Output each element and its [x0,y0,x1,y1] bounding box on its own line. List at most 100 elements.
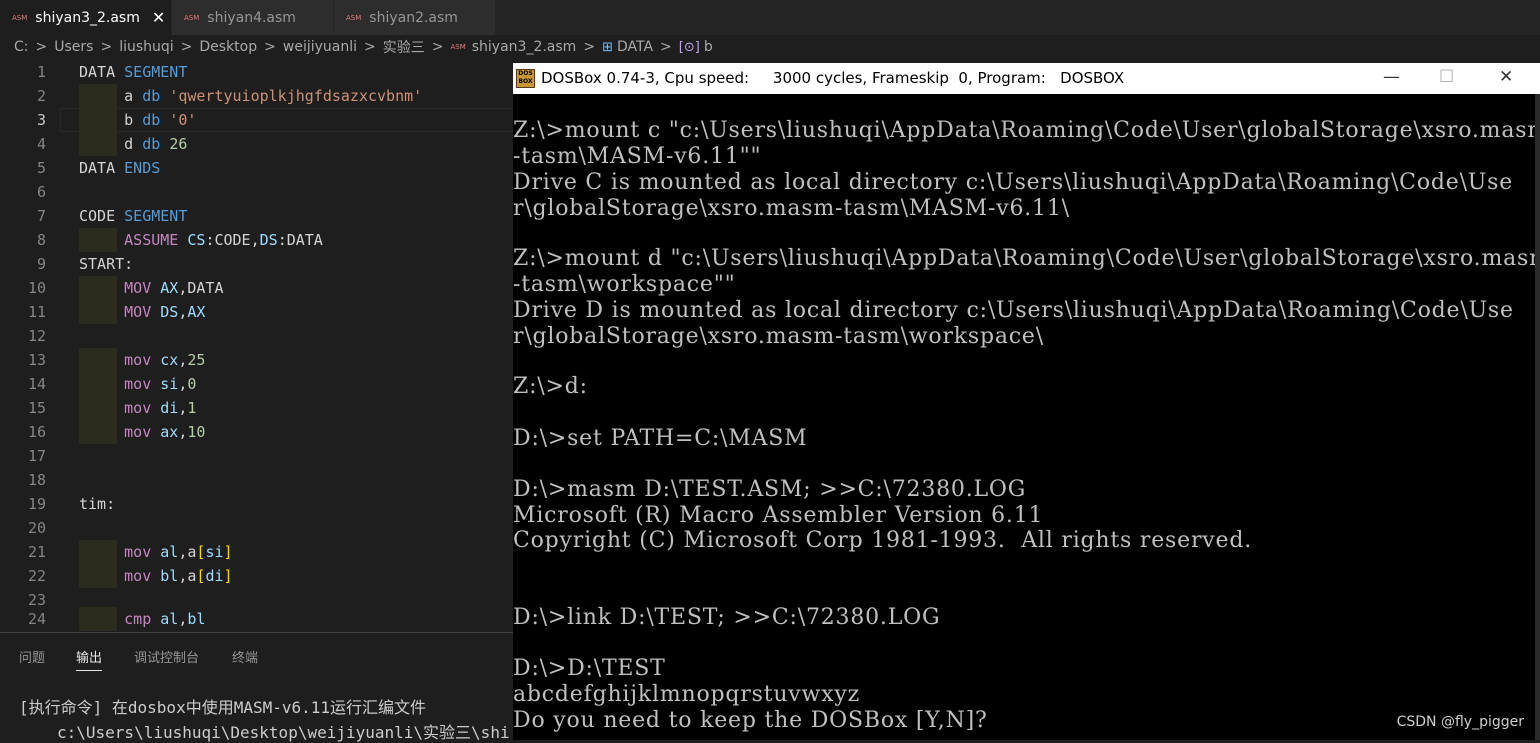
dosbox-window: DOS BOX DOSBox 0.74-3, Cpu speed: 3000 c… [513,63,1540,740]
code-text: MOV DS,AX [124,303,206,321]
code-line: 18 [0,468,513,492]
line-number: 21 [27,543,46,561]
code-text: a db 'qwertyuioplkjhgfdsazxcvbnm' [79,87,423,105]
code-text: MOV AX,DATA [124,279,224,297]
breadcrumb-item[interactable]: b [704,39,713,55]
output-text: [执行命令] 在dosbox中使用MASM-v6.11运行汇编文件 [19,698,427,717]
line-number: 12 [27,327,46,345]
console-line: -tasm\MASM-v6.11"" [513,144,762,169]
scrollbar[interactable] [1535,94,1540,740]
line-number: 7 [36,207,46,225]
code-text: mov ax,10 [124,423,206,441]
line-number: 3 [36,111,46,129]
console-line: Z:\>mount c "c:\Users\liushuqi\AppData\R… [513,118,1535,143]
close-icon[interactable]: ✕ [152,8,165,27]
window-title: DOSBox 0.74-3, Cpu speed: 3000 cycles, F… [541,69,1125,87]
code-line: 5 DATA ENDS [0,156,513,180]
code-line: 11 MOV DS,AX [0,300,513,324]
line-number: 15 [27,399,46,417]
breadcrumb-item[interactable]: Users [54,39,93,55]
console-line: D:\>link D:\TEST; >>C:\72380.LOG [513,605,941,630]
code-line: 10 MOV AX,DATA [0,276,513,300]
tab-shiyan4[interactable]: ASM shiyan4.asm [172,0,334,35]
line-number: 4 [36,135,46,153]
code-text: mov cx,25 [124,351,206,369]
line-number: 14 [27,375,46,393]
line-number: 13 [27,351,46,369]
console-line: Drive D is mounted as local directory c:… [513,298,1514,323]
console-line: D:\>masm D:\TEST.ASM; >>C:\72380.LOG [513,477,1027,502]
line-number: 1 [36,63,46,81]
tab-shiyan2[interactable]: ASM shiyan2.asm [334,0,496,35]
console-line: Z:\>mount d "c:\Users\liushuqi\AppData\R… [513,246,1535,271]
code-text: mov bl,a[di] [124,567,233,585]
breadcrumb-item[interactable]: shiyan3_2.asm [472,39,577,55]
tab-shiyan3-2[interactable]: ASM shiyan3_2.asm ✕ [0,0,172,35]
breadcrumb-item[interactable]: weijiyuanli [283,39,357,55]
breadcrumb-item[interactable]: liushuqi [119,39,173,55]
dos-console[interactable]: Z:\>mount c "c:\Users\liushuqi\AppData\R… [513,94,1535,740]
code-text: mov al,a[si] [124,543,233,561]
code-line: 14 mov si,0 [0,372,513,396]
tab-terminal[interactable]: 终端 [232,647,258,666]
line-number: 10 [27,279,46,297]
code-line: 2 a db 'qwertyuioplkjhgfdsazxcvbnm' [0,84,513,108]
chevron-right-icon: > [264,39,276,55]
code-line: 24 cmp al,bl [0,607,513,631]
output-panel: 问题 输出 调试控制台 终端 [执行命令] 在dosbox中使用MASM-v6.… [0,632,513,742]
asm-file-icon: ASM [184,13,200,22]
symbol-variable-icon: [⊙] [678,39,700,55]
chevron-right-icon: > [583,39,596,55]
code-line: 6 [0,180,513,204]
asm-file-icon: ASM [346,13,362,22]
line-number: 2 [36,87,46,105]
line-number: 11 [27,303,46,321]
code-text: START: [79,255,134,273]
line-number: 6 [36,183,46,201]
code-line: 13 mov cx,25 [0,348,513,372]
chevron-right-icon: > [35,39,48,55]
line-number: 19 [27,495,46,513]
tab-output[interactable]: 输出 [76,647,103,671]
tab-debug-console[interactable]: 调试控制台 [134,647,199,666]
dosbox-app-icon: DOS BOX [516,69,535,88]
editor-tab-bar: ASM shiyan3_2.asm ✕ ASM shiyan4.asm ASM … [0,0,1540,35]
console-line: Drive C is mounted as local directory c:… [513,170,1514,195]
line-number: 5 [36,159,46,177]
line-number: 24 [27,610,46,628]
console-line: Copyright (C) Microsoft Corp 1981-1993. … [513,528,1253,553]
code-line: 8 ASSUME CS:CODE,DS:DATA [0,228,513,252]
code-text: DATA ENDS [79,159,161,177]
code-text: DATA SEGMENT [79,63,188,81]
code-line: 19 tim: [0,492,513,516]
code-editor[interactable]: 1 DATA SEGMENT 2 a db 'qwertyuioplkjhgfds… [0,60,513,632]
line-number: 16 [27,423,46,441]
console-line: D:\>D:\TEST [513,656,666,681]
chevron-right-icon: > [660,39,672,55]
code-text: CODE SEGMENT [79,207,188,225]
chevron-right-icon: > [431,39,444,55]
console-line: abcdefghijklmnopqrstuvwxyz [513,682,860,707]
console-line: Do you need to keep the DOSBox [Y,N]? [513,708,988,733]
console-line: -tasm\workspace"" [513,272,736,297]
chevron-right-icon: > [100,39,113,55]
close-button[interactable]: ✕ [1499,67,1513,87]
minimize-button[interactable]: — [1383,67,1400,87]
code-line: 12 [0,324,513,348]
dosbox-title-bar[interactable]: DOS BOX DOSBox 0.74-3, Cpu speed: 3000 c… [513,63,1540,94]
maximize-button[interactable]: ☐ [1439,67,1454,87]
breadcrumb-item[interactable]: 实验三 [383,37,425,57]
breadcrumb-item[interactable]: C: [14,39,29,55]
console-line: Microsoft (R) Macro Assembler Version 6.… [513,503,1044,528]
code-text: ASSUME CS:CODE,DS:DATA [124,231,323,249]
line-number: 22 [27,567,46,585]
breadcrumb-item[interactable]: Desktop [199,39,257,55]
code-text: d db 26 [79,135,188,153]
code-line: 15 mov di,1 [0,396,513,420]
tab-problems[interactable]: 问题 [19,647,45,666]
code-line: 16 mov ax,10 [0,420,513,444]
line-number: 18 [27,471,46,489]
breadcrumb-item[interactable]: DATA [617,39,653,55]
console-line: r\globalStorage\xsro.masm-tasm\MASM-v6.1… [513,196,1070,221]
console-line: r\globalStorage\xsro.masm-tasm\workspace… [513,324,1044,349]
